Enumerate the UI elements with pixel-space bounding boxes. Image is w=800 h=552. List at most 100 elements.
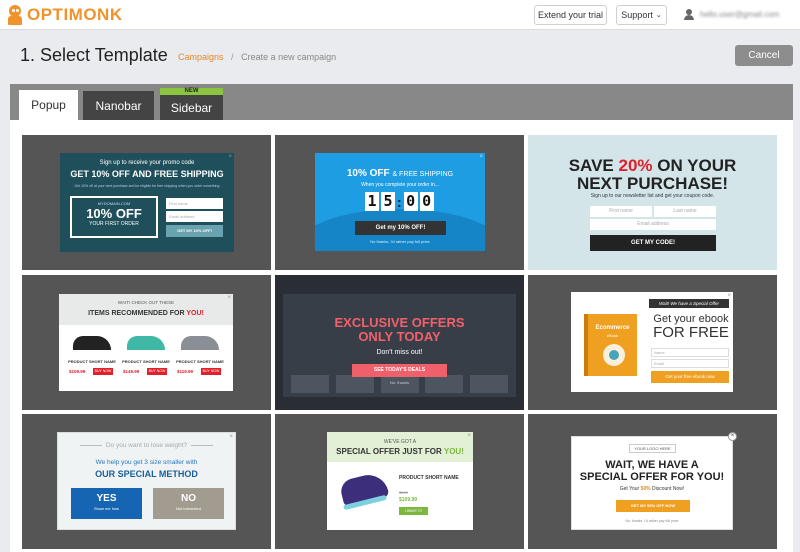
sneaker-icon	[73, 336, 111, 354]
preview-input-lastname: Last name	[654, 206, 716, 217]
new-badge: NEW	[160, 88, 223, 95]
popup-preview: × YOUR LOGO HERE WAIT, WE HAVE A SPECIAL …	[571, 432, 737, 530]
top-bar: OPTIMONK Extend your trial Support ⌄ hel…	[0, 0, 800, 30]
product-buy-button: BUY NOW	[93, 368, 113, 375]
template-type-tabs: Popup Nanobar NEW Sidebar	[10, 84, 793, 120]
preview-cta: Get your free ebook now	[651, 371, 729, 383]
preview-input-firstname: First name	[166, 198, 223, 209]
product-tile: PRODUCT SHORT NAME $149.99 BUY NOW	[121, 330, 171, 388]
special-offer-ribbon: Wait! We have a Special Offer	[649, 299, 729, 308]
product-name: PRODUCT SHORT NAME	[176, 359, 224, 364]
product-price: $149.99	[123, 369, 140, 374]
product-name: PRODUCT SHORT NAME	[399, 475, 459, 481]
preview-input-firstname: First name	[590, 206, 652, 217]
support-dropdown-button[interactable]: Support ⌄	[616, 5, 667, 25]
coupon-box: MYDOMAIN.COM 10% OFF YOUR FIRST ORDER	[70, 196, 158, 238]
cancel-button[interactable]: Cancel	[735, 45, 793, 66]
product-name: PRODUCT SHORT NAME	[68, 359, 116, 364]
coupon-caption: YOUR FIRST ORDER	[89, 221, 139, 227]
template-card-countdown[interactable]: × 10% OFF & FREE SHIPPING When you compl…	[275, 135, 524, 270]
chevron-down-icon: ⌄	[655, 12, 662, 19]
user-email: hello.user@gmail.com	[700, 10, 780, 19]
preview-headline: SAVE 20% ON YOUR NEXT PURCHASE!	[568, 156, 737, 193]
popup-preview: × Sign up to receive your promo code GET…	[60, 153, 234, 252]
popup-preview: × WAIT! CHECK OUT THESE ITEMS RECOMMENDE…	[59, 294, 233, 391]
preview-cta: Get my 10% OFF!	[355, 221, 446, 235]
coupon-value: 10% OFF	[86, 206, 142, 221]
preview-headline: SPECIAL OFFER JUST FOR YOU!	[336, 447, 464, 456]
preview-no-thanks: No, thanks	[389, 380, 410, 385]
optimonk-logo[interactable]: OPTIMONK	[8, 4, 123, 26]
preview-headline: 10% OFF & FREE SHIPPING	[346, 168, 454, 179]
template-card-recommended-items[interactable]: × WAIT! CHECK OUT THESE ITEMS RECOMMENDE…	[22, 275, 271, 410]
breadcrumb-current: Create a new campaign	[241, 52, 337, 62]
preview-headline: OUR SPECIAL METHOD	[95, 469, 198, 479]
product-tile: PRODUCT SHORT NAME $119.99 BUY NOW	[175, 330, 225, 388]
preview-pretitle: Sign up to receive your promo code	[99, 160, 195, 166]
template-card-special-offer[interactable]: × WE'VE GOT A SPECIAL OFFER JUST FOR YOU…	[275, 414, 524, 549]
timer-digit: 0	[403, 192, 418, 211]
sneaker-icon	[181, 336, 219, 354]
preview-cta: GET MY 50% OFF NOW	[616, 500, 690, 512]
template-card-50-off[interactable]: × YOUR LOGO HERE WAIT, WE HAVE A SPECIAL …	[528, 414, 777, 549]
tab-nanobar[interactable]: Nanobar	[83, 91, 154, 120]
sneaker-icon	[127, 336, 165, 354]
tab-sidebar[interactable]: Sidebar	[160, 95, 223, 120]
preview-cta: I WANT IT!	[399, 507, 428, 515]
page-title: 1. Select Template	[20, 45, 168, 65]
preview-pretitle: WAIT! CHECK OUT THESE	[117, 300, 175, 305]
preview-headline: EXCLUSIVE OFFERS ONLY TODAY	[334, 315, 465, 344]
preview-headline-2: FOR FREE	[653, 324, 729, 341]
preview-headline: WAIT, WE HAVE A SPECIAL OFFER FOR YOU!	[579, 459, 725, 483]
preview-no-button: NO Not interested	[153, 488, 224, 519]
preview-input-email: Email	[651, 359, 729, 368]
template-gallery: × Sign up to receive your promo code GET…	[10, 120, 793, 552]
template-card-promo-code[interactable]: × Sign up to receive your promo code GET…	[22, 135, 271, 270]
preview-subtext: When you complete your order in...	[361, 182, 439, 188]
preview-yes-button: YES Show me how	[71, 488, 142, 519]
tab-popup[interactable]: Popup	[19, 90, 78, 120]
support-label: Support	[621, 10, 653, 20]
preview-cta: GET MY 10% OFF!	[166, 225, 223, 237]
preview-subtext: Sign up to our newsletter list and get y…	[590, 193, 715, 199]
product-old-price: $149	[399, 490, 408, 495]
product-buy-button: BUY NOW	[147, 368, 167, 375]
template-card-save-20[interactable]: SAVE 20% ON YOUR NEXT PURCHASE! Sign up …	[528, 135, 777, 270]
preview-cta: GET MY CODE!	[590, 235, 716, 251]
timer-colon: :	[397, 193, 402, 210]
sneaker-icon	[338, 470, 390, 511]
timer-digit: 5	[381, 192, 395, 211]
monk-logo-icon	[8, 5, 22, 25]
breadcrumb-campaigns-link[interactable]: Campaigns	[178, 52, 224, 62]
breadcrumb-separator: /	[231, 52, 234, 62]
template-card-yes-no[interactable]: × Do you want to lose weight? We help yo…	[22, 414, 271, 549]
close-icon: ×	[229, 434, 233, 440]
logo-wordmark: OPTIMONK	[27, 5, 123, 24]
countdown-timer: 1 5 : 0 0	[365, 192, 436, 211]
preview-subtext: Get Your 50% Discount Now!	[619, 486, 685, 492]
template-card-free-ebook[interactable]: × Ecommerce eBook Wait! We have a Specia…	[528, 275, 777, 410]
preview-input-name: Name	[651, 348, 729, 357]
preview-cta: SEE TODAY'S DEALS	[352, 364, 447, 377]
timer-digit: 0	[419, 192, 434, 211]
product-tile: PRODUCT SHORT NAME $109.99 BUY NOW	[67, 330, 117, 388]
extend-trial-button[interactable]: Extend your trial	[534, 5, 607, 25]
template-card-exclusive-offers[interactable]: EXCLUSIVE OFFERS ONLY TODAY Don't miss ou…	[275, 275, 524, 410]
popup-preview: × Ecommerce eBook Wait! We have a Specia…	[571, 292, 733, 392]
product-buy-button: BUY NOW	[201, 368, 221, 375]
popup-preview: × Do you want to lose weight? We help yo…	[57, 432, 236, 530]
popup-preview: × WE'VE GOT A SPECIAL OFFER JUST FOR YOU…	[327, 432, 473, 530]
user-menu[interactable]: hello.user@gmail.com	[684, 9, 779, 20]
preview-input-email: Email address	[590, 219, 716, 230]
preview-pretitle: WE'VE GOT A	[383, 439, 417, 445]
preview-headline: GET 10% OFF AND FREE SHIPPING	[70, 169, 224, 179]
preview-subtext: Get 10% off at your next purchase and be…	[74, 184, 220, 188]
product-price: $109.99	[69, 369, 86, 374]
product-price: $109.99	[399, 497, 418, 503]
preview-no-thanks: No, thanks, I'd rather pay full price	[625, 519, 679, 523]
timer-digit: 1	[365, 192, 379, 211]
close-icon: ×	[728, 432, 737, 441]
preview-no-thanks: No thanks, I'd rather pay full price	[370, 239, 430, 244]
product-name: PRODUCT SHORT NAME	[122, 359, 170, 364]
popup-preview: × 10% OFF & FREE SHIPPING When you compl…	[315, 153, 485, 251]
